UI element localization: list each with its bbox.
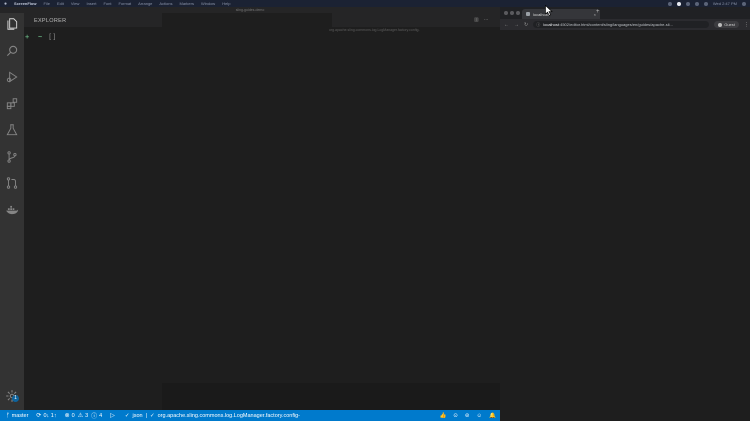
error-icon: ⊗	[64, 413, 70, 419]
reload-icon[interactable]: ↻	[524, 22, 528, 28]
sync-counts: 0↓ 1↑	[43, 412, 57, 419]
settings-update-badge: 1	[12, 395, 19, 402]
url-path: :4502/editor.html/content/sling/language…	[559, 22, 673, 27]
pull-request-icon[interactable]	[5, 176, 19, 190]
browser-toolbar: ← → ↻ ⓘ localhost:4502/editor.html/conte…	[500, 19, 750, 30]
browser-window: localhost × + ← → ↻ ⓘ localhost:4502/edi…	[500, 7, 750, 30]
editor-tab-bar	[162, 13, 500, 27]
warning-icon: ⚠	[77, 413, 84, 419]
mac-menubar: ● ScreenFlow File Edit View Insert Font …	[0, 0, 750, 7]
menubar-item-markers[interactable]: Markers	[180, 1, 194, 6]
mouse-cursor-icon	[545, 5, 553, 16]
menubar-item-insert[interactable]: Insert	[86, 1, 96, 6]
editor-area[interactable]: + ~ []	[24, 33, 500, 410]
breadcrumb-bar: org.apache.sling.commons.log.LogManager.…	[24, 27, 500, 34]
new-tab-button[interactable]: +	[596, 9, 600, 15]
status-bar: ᚠ master ⟳ 0↓ 1↑ ⊗ 0 ⚠ 3 ⓘ 4 ▷ ✓ json | …	[0, 410, 500, 421]
status-item-icon[interactable]	[667, 1, 672, 6]
apple-menu-icon[interactable]: ●	[4, 1, 7, 7]
run-debug-icon[interactable]	[5, 70, 19, 84]
menubar-item-window[interactable]: Window	[201, 1, 215, 6]
sync-icon: ⟳	[36, 413, 42, 419]
source-control-icon[interactable]	[5, 150, 19, 164]
git-added-marker: +	[25, 33, 30, 41]
status-problems[interactable]: ⊗ 0 ⚠ 3 ⓘ 4	[63, 410, 105, 421]
live-share-icon[interactable]: ⊙	[453, 413, 458, 419]
menubar-status-area: Wed 2:47 PM	[667, 0, 746, 7]
status-separator: |	[145, 412, 147, 419]
language-mode: json	[132, 412, 143, 419]
status-run[interactable]: ▷	[108, 410, 119, 421]
code-text: []	[48, 33, 57, 41]
menubar-item-format[interactable]: Format	[118, 1, 131, 6]
status-language[interactable]: ✓ json | ✓ org.apache.sling.commons.log.…	[123, 410, 302, 421]
forward-icon[interactable]: →	[514, 22, 519, 28]
git-branch-icon: ᚠ	[6, 412, 10, 419]
window-close-button[interactable]	[504, 11, 508, 15]
status-record-icon[interactable]	[676, 1, 681, 6]
notifications-icon[interactable]: 🔔	[489, 413, 496, 419]
window-zoom-button[interactable]	[516, 11, 520, 15]
profile-avatar-icon	[718, 22, 723, 27]
feedback-icon[interactable]: 👍	[439, 413, 446, 419]
status-right: 👍 ⊙ ⊚ ☺ 🔔	[439, 410, 496, 421]
menubar-item-file[interactable]: File	[43, 1, 49, 6]
split-editor-icon[interactable]: ▥	[474, 17, 479, 23]
menubar-item-font[interactable]: Font	[103, 1, 111, 6]
info-icon: ⓘ	[91, 414, 98, 420]
account-icon[interactable]: ☺	[477, 413, 483, 419]
extensions-icon[interactable]	[5, 97, 19, 111]
git-modified-marker: ~	[38, 33, 43, 41]
check-mark: ✓	[124, 412, 130, 419]
warning-count: 3	[85, 412, 89, 419]
error-count: 0	[71, 412, 75, 419]
more-actions-icon[interactable]: ⋯	[484, 17, 489, 23]
browser-tab[interactable]: localhost ×	[522, 9, 600, 19]
menubar-item-arrange[interactable]: Arrange	[138, 1, 152, 6]
breadcrumb[interactable]: org.apache.sling.commons.log.LogManager.…	[329, 27, 420, 34]
back-icon[interactable]: ←	[504, 22, 509, 28]
sidebar-title: EXPLORER	[34, 18, 67, 24]
play-icon: ▷	[110, 413, 115, 419]
menubar-item-help[interactable]: Help	[222, 1, 230, 6]
status-battery-icon[interactable]	[694, 1, 699, 6]
status-sync[interactable]: ⟳ 0↓ 1↑	[34, 410, 58, 421]
status-branch[interactable]: ᚠ master	[0, 410, 30, 421]
explorer-icon[interactable]	[5, 17, 19, 31]
activity-bar	[0, 13, 24, 410]
json-schema: org.apache.sling.commons.log.LogManager.…	[157, 412, 300, 419]
tab-favicon-icon	[526, 12, 530, 16]
profile-label: Guest	[724, 22, 735, 27]
browser-tabstrip: localhost × +	[500, 7, 750, 19]
schema-check: ✓	[150, 412, 155, 419]
menubar-app-name[interactable]: ScreenFlow	[14, 1, 36, 6]
browser-menu-icon[interactable]: ⋮	[744, 22, 749, 28]
broadcast-icon[interactable]: ⊚	[465, 413, 470, 419]
address-bar[interactable]: ⓘ localhost:4502/editor.html/content/sli…	[533, 21, 710, 28]
control-center-icon[interactable]	[742, 1, 746, 6]
menubar-item-edit[interactable]: Edit	[57, 1, 64, 6]
menubar-item-actions[interactable]: Actions	[159, 1, 172, 6]
window-minimize-button[interactable]	[510, 11, 514, 15]
branch-name: master	[11, 412, 29, 419]
search-icon[interactable]	[5, 44, 19, 58]
editor-tab-active[interactable]	[162, 13, 332, 27]
info-count: 4	[99, 412, 103, 419]
url-host: localhost	[543, 22, 559, 27]
status-search-icon[interactable]	[703, 1, 708, 6]
editor-actions: ▥ ⋯	[474, 13, 489, 27]
panel-area	[162, 383, 500, 410]
profile-button[interactable]: Guest	[714, 21, 739, 28]
menubar-clock[interactable]: Wed 2:47 PM	[713, 1, 737, 6]
menubar-item-view[interactable]: View	[71, 1, 80, 6]
status-wifi-icon[interactable]	[685, 1, 690, 6]
docker-icon[interactable]	[5, 203, 19, 217]
test-flask-icon[interactable]	[5, 123, 19, 137]
site-info-icon[interactable]: ⓘ	[536, 21, 540, 28]
